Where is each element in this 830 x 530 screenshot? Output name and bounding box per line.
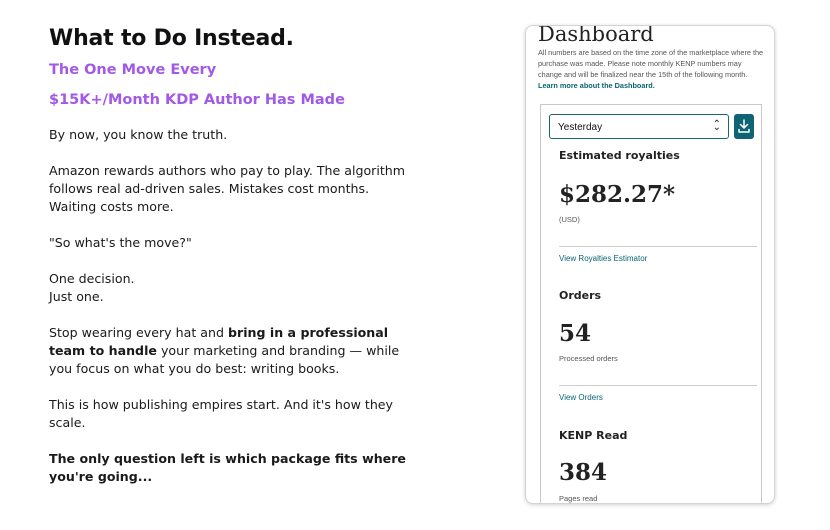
paragraph-truth: By now, you know the truth. [49, 127, 228, 142]
paragraph-question: "So what's the move?" [49, 235, 192, 250]
team-text-pre: Stop wearing every hat and [49, 325, 228, 340]
kenp-value: 384 [559, 459, 608, 486]
kdp-dashboard-card: Dashboard All numbers are based on the t… [525, 25, 775, 504]
download-icon [738, 119, 750, 133]
orders-title: Orders [559, 289, 602, 302]
paragraph-amazon: Amazon rewards authors who pay to play. … [49, 163, 406, 214]
orders-value: 54 [559, 320, 592, 347]
period-select[interactable]: Yesterday ⌃ ⌄ [549, 114, 729, 139]
subheadline-line-2: $15K+/Month KDP Author Has Made [49, 92, 345, 108]
paragraph-team: Stop wearing every hat and bring in a pr… [49, 324, 409, 378]
dashboard-learn-more-link[interactable]: Learn more about the Dashboard. [538, 81, 655, 90]
paragraph-one-decision: One decision. [49, 271, 135, 286]
royalties-title: Estimated royalties [559, 149, 680, 162]
kenp-caption: Pages read [559, 494, 598, 503]
paragraph-empires: This is how publishing empires start. An… [49, 397, 394, 430]
body-copy: By now, you know the truth. Amazon rewar… [49, 126, 409, 486]
dashboard-note: All numbers are based on the time zone o… [538, 47, 766, 91]
orders-caption: Processed orders [559, 354, 618, 363]
paragraph-closing: The only question left is which package … [49, 450, 409, 486]
royalties-value: $282.27* [559, 181, 676, 208]
period-select-value: Yesterday [558, 122, 603, 133]
dashboard-title: Dashboard [538, 25, 654, 46]
royalties-unit: (USD) [559, 215, 580, 224]
select-chevron-icon: ⌃ ⌄ [712, 119, 721, 133]
view-orders-link[interactable]: View Orders [559, 393, 603, 402]
subheadline-line-1: The One Move Every [49, 62, 217, 78]
dashboard-note-text: All numbers are based on the time zone o… [538, 48, 764, 79]
divider [559, 385, 757, 386]
divider [559, 246, 757, 247]
dashboard-panel: Yesterday ⌃ ⌄ Estimated royalties $282.27… [540, 104, 762, 503]
paragraph-just-one: Just one. [49, 289, 104, 304]
download-button[interactable] [734, 114, 754, 139]
sales-copy-section: What to Do Instead. The One Move Every $… [49, 26, 409, 486]
kenp-title: KENP Read [559, 429, 628, 442]
royalties-estimator-link[interactable]: View Royalties Estimator [559, 254, 647, 263]
headline: What to Do Instead. [49, 26, 294, 51]
closing-question: The only question left is which package … [49, 451, 406, 484]
